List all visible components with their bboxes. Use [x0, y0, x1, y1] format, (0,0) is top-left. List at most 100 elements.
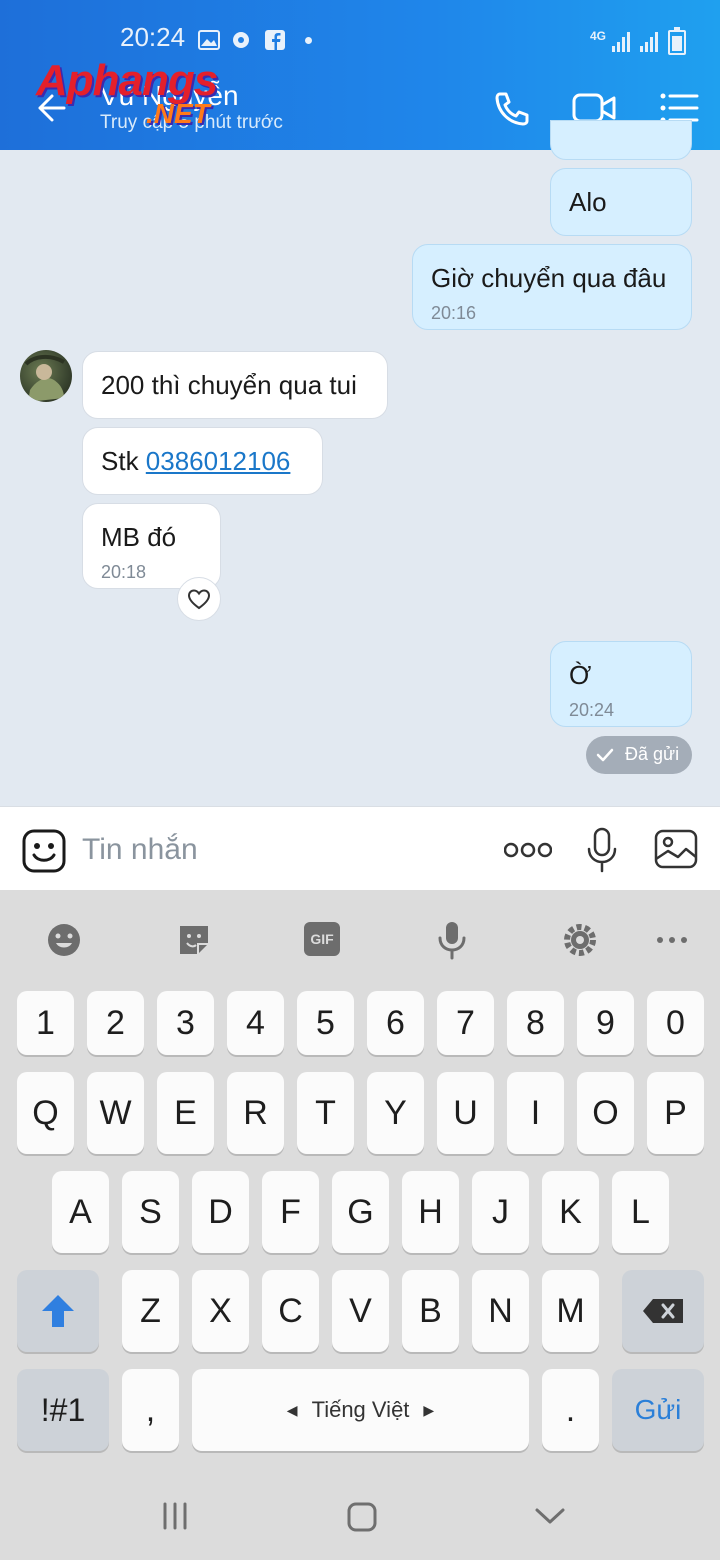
period-key[interactable]: . [542, 1369, 599, 1451]
key-b[interactable]: B [402, 1270, 459, 1352]
message-time: 20:18 [101, 562, 147, 582]
signal-icon [612, 30, 632, 52]
watermark-domain: .NET [146, 98, 210, 129]
key-h[interactable]: H [402, 1171, 459, 1253]
space-key[interactable]: ◀ Tiếng Việt ▶ [192, 1369, 529, 1451]
key-j[interactable]: J [472, 1171, 529, 1253]
key-k[interactable]: K [542, 1171, 599, 1253]
signal-icon-2 [640, 30, 660, 52]
more-options-icon[interactable] [504, 841, 552, 859]
network-type: 4G [590, 29, 607, 43]
key-0[interactable]: 0 [647, 991, 704, 1055]
key-l[interactable]: L [612, 1171, 669, 1253]
avatar-photo [24, 355, 65, 402]
image-attach-icon[interactable] [654, 829, 698, 869]
key-z[interactable]: Z [122, 1270, 179, 1352]
battery-icon [668, 27, 686, 55]
sent-status-badge: Đã gửi [586, 736, 692, 774]
key-7[interactable]: 7 [437, 991, 494, 1055]
language-prev-icon: ◀ [286, 1401, 298, 1418]
backspace-icon [643, 1299, 683, 1323]
phone-call-icon[interactable] [490, 88, 534, 128]
key-y[interactable]: Y [367, 1072, 424, 1154]
message-text: Ờ [569, 660, 592, 690]
react-heart-button[interactable] [177, 577, 221, 621]
message-bubble-outgoing[interactable]: Alo [550, 168, 692, 236]
gif-icon[interactable]: GIF [304, 922, 340, 956]
message-text: MB đó [101, 522, 177, 552]
microphone-icon[interactable] [586, 827, 618, 873]
comma-key[interactable]: , [122, 1369, 179, 1451]
key-f[interactable]: F [262, 1171, 319, 1253]
voice-input-icon[interactable] [432, 920, 472, 960]
message-time: 20:16 [431, 303, 477, 323]
key-m[interactable]: M [542, 1270, 599, 1352]
space-key-label: Tiếng Việt [311, 1397, 410, 1422]
key-v[interactable]: V [332, 1270, 389, 1352]
key-3[interactable]: 3 [157, 991, 214, 1055]
key-u[interactable]: U [437, 1072, 494, 1154]
status-bar: 20:24 4G [0, 0, 720, 64]
settings-gear-icon[interactable] [560, 920, 600, 960]
sticker-emoji-icon[interactable] [22, 829, 66, 873]
key-6[interactable]: 6 [367, 991, 424, 1055]
key-9[interactable]: 9 [577, 991, 634, 1055]
key-5[interactable]: 5 [297, 991, 354, 1055]
recent-apps-icon[interactable] [160, 1502, 190, 1530]
message-text: Alo [569, 187, 607, 217]
key-4[interactable]: 4 [227, 991, 284, 1055]
key-2[interactable]: 2 [87, 991, 144, 1055]
key-i[interactable]: I [507, 1072, 564, 1154]
key-o[interactable]: O [577, 1072, 634, 1154]
key-p[interactable]: P [647, 1072, 704, 1154]
key-a[interactable]: A [52, 1171, 109, 1253]
key-x[interactable]: X [192, 1270, 249, 1352]
key-d[interactable]: D [192, 1171, 249, 1253]
check-icon [596, 748, 614, 762]
chat-notification-icon [233, 32, 249, 48]
status-time: 20:24 [120, 22, 186, 52]
account-number-link[interactable]: 0386012106 [146, 446, 291, 476]
heart-icon [187, 589, 211, 610]
language-next-icon: ▶ [423, 1401, 435, 1418]
keyboard: GIF 1 2 3 4 5 6 7 8 9 0 Q W E R T Y U I … [0, 890, 720, 1560]
emoji-icon[interactable] [44, 920, 84, 960]
home-icon[interactable] [346, 1502, 378, 1532]
symbols-key[interactable]: !#1 [17, 1369, 109, 1451]
message-time: 20:24 [569, 700, 615, 720]
previous-message-bubble[interactable] [550, 120, 692, 160]
key-t[interactable]: T [297, 1072, 354, 1154]
back-chevron-icon[interactable] [534, 1506, 566, 1526]
message-text-prefix: Stk [101, 446, 146, 476]
message-composer: Tin nhắn [0, 806, 720, 891]
send-key[interactable]: Gửi [612, 1369, 704, 1451]
key-r[interactable]: R [227, 1072, 284, 1154]
facebook-notification-icon [265, 30, 285, 50]
message-text: Stk 0386012106 [101, 446, 290, 477]
key-1[interactable]: 1 [17, 991, 74, 1055]
shift-arrow-icon [42, 1295, 74, 1327]
message-bubble-outgoing[interactable]: Ờ 20:24 [550, 641, 692, 727]
sent-status-text: Đã gửi [625, 744, 680, 764]
watermark-logo: Aphangs .NET [36, 56, 266, 136]
message-text: Giờ chuyển qua đâu [431, 263, 667, 293]
backspace-key[interactable] [622, 1270, 704, 1352]
more-horizontal-icon[interactable] [652, 920, 692, 960]
more-notifications-dot [305, 37, 312, 44]
key-s[interactable]: S [122, 1171, 179, 1253]
key-w[interactable]: W [87, 1072, 144, 1154]
key-n[interactable]: N [472, 1270, 529, 1352]
message-input[interactable]: Tin nhắn [82, 833, 198, 867]
key-g[interactable]: G [332, 1171, 389, 1253]
key-q[interactable]: Q [17, 1072, 74, 1154]
message-bubble-incoming[interactable]: 200 thì chuyển qua tui [82, 351, 388, 419]
message-text: 200 thì chuyển qua tui [101, 370, 357, 400]
key-8[interactable]: 8 [507, 991, 564, 1055]
key-e[interactable]: E [157, 1072, 214, 1154]
key-c[interactable]: C [262, 1270, 319, 1352]
contact-avatar[interactable] [20, 350, 72, 402]
message-bubble-incoming[interactable]: Stk 0386012106 [82, 427, 323, 495]
shift-key[interactable] [17, 1270, 99, 1352]
message-bubble-outgoing[interactable]: Giờ chuyển qua đâu 20:16 [412, 244, 692, 330]
sticker-icon[interactable] [174, 920, 214, 960]
